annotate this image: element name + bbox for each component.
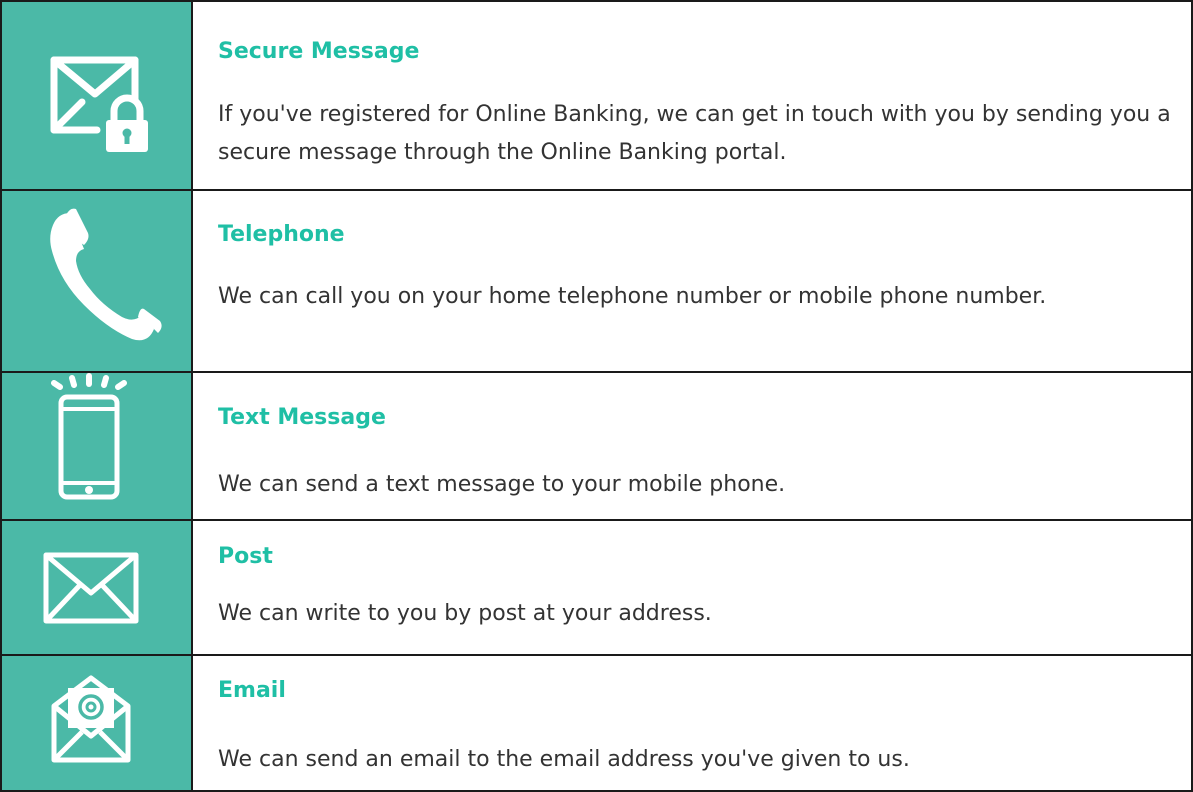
channel-description: We can send a text message to your mobil… (218, 472, 786, 497)
telephone-icon (50, 208, 162, 341)
email-icon (51, 675, 131, 763)
contact-methods-table: Secure Message If you've registered for … (0, 0, 1193, 792)
text-cell: Secure Message If you've registered for … (193, 2, 1191, 189)
contact-row-post: Post We can write to you by post at your… (2, 521, 1191, 656)
text-cell: Text Message We can send a text message … (193, 373, 1191, 519)
icon-cell (2, 191, 193, 371)
mobile-phone-icon (51, 373, 127, 500)
channel-description: We can call you on your home telephone n… (218, 284, 1047, 309)
contact-row-text-message: Text Message We can send a text message … (2, 373, 1191, 521)
text-cell: Email We can send an email to the email … (193, 656, 1191, 790)
channel-description: We can write to you by post at your addr… (218, 601, 712, 626)
text-cell: Telephone We can call you on your home t… (193, 191, 1191, 371)
icon-cell (2, 656, 193, 790)
channel-title: Post (218, 544, 273, 569)
text-cell: Post We can write to you by post at your… (193, 521, 1191, 654)
channel-description: If you've registered for Online Banking,… (218, 102, 1171, 165)
channel-title: Secure Message (218, 39, 420, 64)
contact-row-email: Email We can send an email to the email … (2, 656, 1191, 790)
contact-row-telephone: Telephone We can call you on your home t… (2, 191, 1191, 373)
contact-row-secure-message: Secure Message If you've registered for … (2, 2, 1191, 191)
envelope-icon (43, 552, 139, 624)
icon-cell (2, 521, 193, 654)
channel-title: Text Message (218, 405, 386, 430)
channel-title: Email (218, 678, 286, 703)
channel-title: Telephone (218, 222, 345, 247)
secure-message-icon (50, 56, 148, 152)
icon-cell (2, 2, 193, 189)
channel-description: We can send an email to the email addres… (218, 747, 910, 772)
icon-cell (2, 373, 193, 519)
